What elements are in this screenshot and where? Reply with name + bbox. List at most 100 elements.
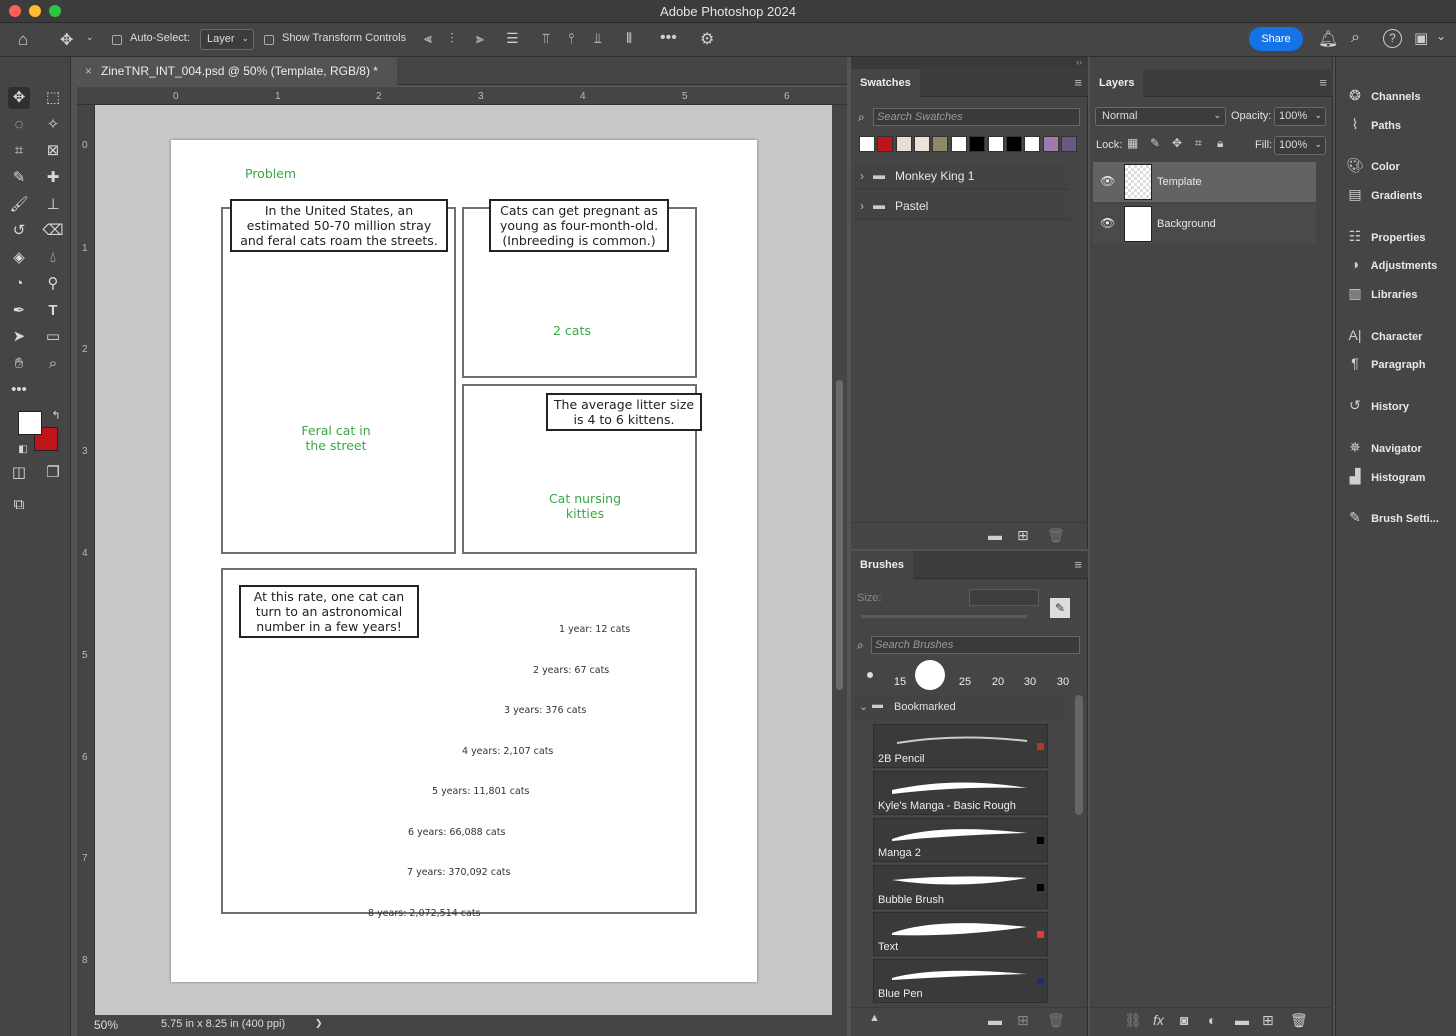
default-colors-icon[interactable]: ◧ bbox=[12, 439, 34, 461]
chevron-right-icon[interactable]: › bbox=[860, 199, 864, 213]
dock-adjustments[interactable]: ◑ Adjustments bbox=[1342, 256, 1438, 272]
dock-navigator[interactable]: ✵ Navigator bbox=[1342, 439, 1422, 456]
document-page[interactable]: Problem In the United States, an estimat… bbox=[171, 140, 757, 982]
lock-all-icon[interactable]: 🔒︎ bbox=[1217, 136, 1223, 151]
smudge-tool-icon[interactable]: ⚲ bbox=[42, 273, 64, 295]
trash-icon[interactable]: 🗑︎ bbox=[1047, 527, 1065, 544]
dock-paths[interactable]: ⌇ Paths bbox=[1342, 116, 1401, 133]
opacity-input[interactable]: 100% ⌄ bbox=[1274, 107, 1326, 126]
chevron-down-icon[interactable]: ⌄ bbox=[859, 700, 868, 713]
brush-preset[interactable]: Text bbox=[873, 912, 1048, 956]
hamburger-menu-icon[interactable]: ≡ bbox=[1074, 75, 1082, 90]
swatch-color[interactable] bbox=[859, 136, 875, 152]
share-button[interactable]: Share bbox=[1249, 27, 1303, 51]
swatch-group-pastel[interactable]: › ▬ Pastel bbox=[854, 193, 1070, 220]
workspace-icon[interactable]: ▣ bbox=[1414, 29, 1428, 47]
eye-icon[interactable]: 👁︎ bbox=[1100, 216, 1115, 230]
status-chevron-icon[interactable]: ❯ bbox=[315, 1018, 323, 1029]
hamburger-menu-icon[interactable]: ≡ bbox=[1074, 557, 1082, 572]
scrollbar-thumb[interactable] bbox=[836, 380, 843, 690]
lock-position-icon[interactable]: ✥ bbox=[1172, 136, 1182, 150]
layer-row-background[interactable]: 👁︎ Background bbox=[1093, 204, 1316, 244]
rectangle-tool-icon[interactable]: ▭ bbox=[42, 326, 64, 348]
lock-transparent-icon[interactable]: ▦ bbox=[1127, 136, 1138, 150]
new-group-icon[interactable]: ▬ bbox=[1235, 1012, 1249, 1028]
gear-icon[interactable]: ⚙ bbox=[700, 29, 714, 49]
dock-channels[interactable]: ❂ Channels bbox=[1342, 87, 1420, 104]
brush-settings-icon[interactable]: ✎ bbox=[1050, 598, 1070, 618]
paint-bucket-tool-icon[interactable]: ◈ bbox=[8, 247, 30, 269]
history-brush-tool-icon[interactable]: ↺ bbox=[8, 220, 30, 242]
generative-fill-icon[interactable]: ⧉ bbox=[8, 494, 30, 516]
document-tab[interactable]: × ZineTNR_INT_004.psd @ 50% (Template, R… bbox=[77, 57, 397, 85]
workspace-chevron-icon[interactable]: ⌄ bbox=[1436, 29, 1446, 43]
fx-icon[interactable]: fx bbox=[1153, 1012, 1164, 1028]
layers-tab[interactable]: Layers bbox=[1090, 69, 1144, 97]
swatch-color[interactable] bbox=[988, 136, 1004, 152]
move-tool-icon[interactable]: ✥ bbox=[8, 87, 30, 109]
new-swatch-icon[interactable]: ⊞ bbox=[1017, 527, 1029, 544]
layer-mask-icon[interactable]: ◙ bbox=[1180, 1012, 1188, 1028]
brush-preset[interactable]: 2B Pencil bbox=[873, 724, 1048, 768]
brush-preset[interactable]: Blue Pen bbox=[873, 959, 1048, 1003]
dock-properties[interactable]: ☷ Properties bbox=[1342, 228, 1426, 245]
more-options-icon[interactable]: ••• bbox=[660, 29, 677, 47]
brush-tip[interactable]: 15 bbox=[885, 660, 915, 690]
stamp-tool-icon[interactable]: ⊥ bbox=[42, 194, 64, 216]
trash-icon[interactable]: 🗑︎ bbox=[1047, 1012, 1065, 1029]
zoom-level[interactable]: 50% bbox=[94, 1018, 118, 1032]
close-tab-icon[interactable]: × bbox=[85, 64, 92, 78]
trash-icon[interactable]: 🗑︎ bbox=[1290, 1012, 1308, 1029]
align-middle-icon[interactable]: ⫯ bbox=[568, 30, 574, 47]
new-brush-icon[interactable]: ⊞ bbox=[1017, 1012, 1029, 1029]
dock-paragraph[interactable]: ¶ Paragraph bbox=[1342, 355, 1425, 371]
auto-select-dropdown[interactable]: Layer ⌄ bbox=[200, 29, 254, 50]
brush-tip[interactable]: 30 bbox=[1015, 660, 1045, 690]
brush-tip[interactable]: 20 bbox=[983, 660, 1013, 690]
swatch-group-monkey-king[interactable]: › ▬ Monkey King 1 bbox=[854, 163, 1070, 190]
bell-icon[interactable]: 🔔︎ bbox=[1318, 29, 1338, 49]
move-tool-icon[interactable]: ✥ bbox=[60, 30, 73, 50]
dock-character[interactable]: A| Character bbox=[1342, 327, 1423, 343]
auto-select-checkbox[interactable] bbox=[112, 35, 122, 45]
layer-row-template[interactable]: 👁︎ Template bbox=[1093, 162, 1316, 202]
frame-tool-icon[interactable]: ⊠ bbox=[42, 140, 64, 162]
brush-preset[interactable]: Manga 2 bbox=[873, 818, 1048, 862]
magic-wand-tool-icon[interactable]: ✧ bbox=[42, 114, 64, 136]
foreground-color-swatch[interactable] bbox=[18, 411, 42, 435]
brush-preset[interactable]: Kyle's Manga - Basic Rough bbox=[873, 771, 1048, 815]
panel-collapse-icon[interactable]: ›› bbox=[851, 57, 1088, 69]
canvas-vertical-scrollbar[interactable] bbox=[832, 105, 847, 1015]
adjustment-layer-icon[interactable]: ◐ bbox=[1208, 1012, 1216, 1028]
hand-tool-icon[interactable]: ✋︎ bbox=[8, 353, 30, 375]
type-tool-icon[interactable]: T bbox=[42, 300, 64, 322]
dock-gradients[interactable]: ▤ Gradients bbox=[1342, 186, 1422, 203]
swatch-color[interactable] bbox=[932, 136, 948, 152]
show-transform-checkbox[interactable] bbox=[264, 35, 274, 45]
swatch-color[interactable] bbox=[1061, 136, 1077, 152]
align-top-icon[interactable]: ⫪ bbox=[542, 30, 550, 47]
align-bottom-icon[interactable]: ⫫ bbox=[594, 30, 602, 47]
eye-icon[interactable]: 👁︎ bbox=[1100, 174, 1115, 188]
dock-history[interactable]: ↺ History bbox=[1342, 397, 1409, 414]
swatch-color[interactable] bbox=[896, 136, 912, 152]
brush-tip[interactable]: 25 bbox=[950, 660, 980, 690]
marquee-tool-icon[interactable]: ⬚ bbox=[42, 87, 64, 109]
distribute-icon[interactable]: ☰ bbox=[506, 30, 519, 47]
distribute-spacing-icon[interactable]: ⦀ bbox=[626, 30, 632, 47]
healing-brush-tool-icon[interactable]: ✚ bbox=[42, 167, 64, 189]
brush-preset[interactable]: Bubble Brush bbox=[873, 865, 1048, 909]
brush-tip[interactable]: 30 bbox=[1048, 660, 1078, 690]
lock-image-icon[interactable]: ✎ bbox=[1150, 136, 1160, 150]
brush-tip-hard-selected[interactable] bbox=[915, 660, 945, 690]
dodge-tool-icon[interactable]: ◔ bbox=[8, 273, 30, 295]
swatch-color[interactable] bbox=[969, 136, 985, 152]
search-icon[interactable]: ⌕ bbox=[1351, 29, 1360, 47]
swatch-color[interactable] bbox=[1006, 136, 1022, 152]
brushes-scrollbar[interactable] bbox=[1075, 695, 1083, 815]
brush-size-slider[interactable] bbox=[861, 615, 1027, 618]
lasso-tool-icon[interactable]: ◌ bbox=[8, 114, 30, 136]
blend-mode-dropdown[interactable]: Normal ⌄ bbox=[1095, 107, 1226, 126]
brush-preview-icon[interactable]: ▲ bbox=[869, 1012, 880, 1024]
new-layer-icon[interactable]: ⊞ bbox=[1262, 1012, 1274, 1029]
